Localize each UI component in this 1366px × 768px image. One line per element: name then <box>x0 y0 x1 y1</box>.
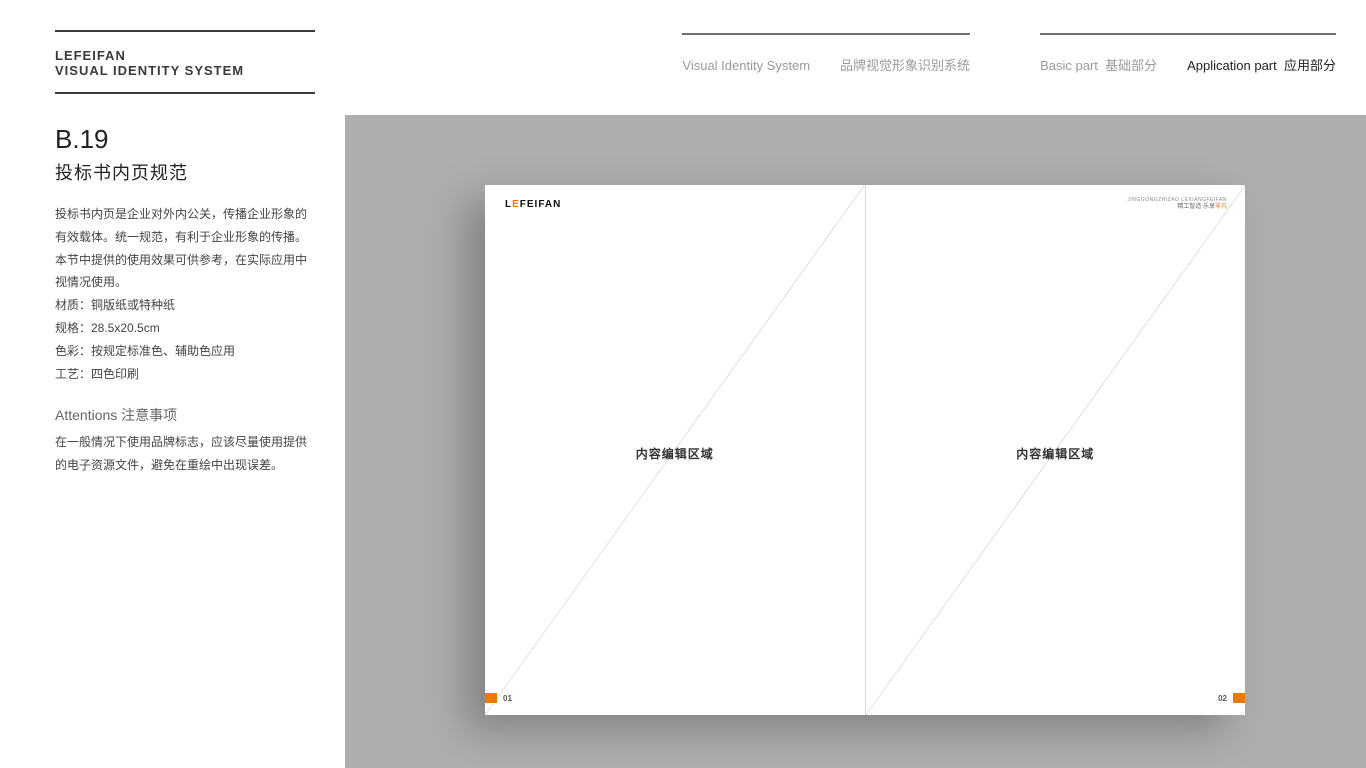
page-right-content-label: 内容编辑区域 <box>866 445 1246 462</box>
page-right-number: 02 <box>1218 694 1227 703</box>
section-paragraph: 投标书内页是企业对外内公关，传播企业形象的有效载体。统一规范，有利于企业形象的传… <box>55 203 315 294</box>
page-right-chip <box>1233 693 1245 703</box>
attentions-heading: Attentions 注意事项 <box>55 405 315 425</box>
nav-group-system: Visual Identity System 品牌视觉形象识别系统 <box>682 55 970 74</box>
page-left-number: 01 <box>503 694 512 703</box>
top-nav: Visual Identity System 品牌视觉形象识别系统 Basic … <box>682 55 1336 74</box>
nav-group-parts: Basic part 基础部分 Application part 应用部分 <box>1040 55 1336 74</box>
section-code: B.19 <box>55 124 315 155</box>
preview-stage: LEFEIFAN 内容编辑区域 01 JINGGONGZHIZAO LEXIAN… <box>345 115 1366 768</box>
page-left: LEFEIFAN 内容编辑区域 01 <box>485 185 866 715</box>
nav-application[interactable]: Application part 应用部分 <box>1187 55 1336 74</box>
page-left-content-label: 内容编辑区域 <box>485 445 865 462</box>
spec-size: 规格：28.5x20.5cm <box>55 317 315 340</box>
brand-line-2: VISUAL IDENTITY SYSTEM <box>55 63 315 78</box>
spec-material: 材质：铜版纸或特种纸 <box>55 294 315 317</box>
page-left-chip <box>485 693 497 703</box>
page-right: JINGGONGZHIZAO LEXIANGFEIFAN 精工智造 乐享非凡 内… <box>866 185 1246 715</box>
nav-sys-cn: 品牌视觉形象识别系统 <box>840 55 970 74</box>
page-left-footer: 01 <box>485 693 512 703</box>
spec-craft: 工艺：四色印刷 <box>55 363 315 386</box>
page-right-footer: 02 <box>1218 693 1245 703</box>
nav-basic[interactable]: Basic part 基础部分 <box>1040 55 1157 74</box>
sidebar: LEFEIFAN VISUAL IDENTITY SYSTEM B.19 投标书… <box>55 30 315 477</box>
spec-color: 色彩：按规定标准色、辅助色应用 <box>55 340 315 363</box>
nav-sys-en: Visual Identity System <box>682 58 810 73</box>
brand-line-1: LEFEIFAN <box>55 48 315 63</box>
section-title: 投标书内页规范 <box>55 159 315 185</box>
brand-block: LEFEIFAN VISUAL IDENTITY SYSTEM <box>55 30 315 94</box>
attentions-body: 在一般情况下使用品牌标志，应该尽量使用提供的电子资源文件，避免在重绘中出现误差。 <box>55 431 315 477</box>
document-spread: LEFEIFAN 内容编辑区域 01 JINGGONGZHIZAO LEXIAN… <box>485 185 1245 715</box>
